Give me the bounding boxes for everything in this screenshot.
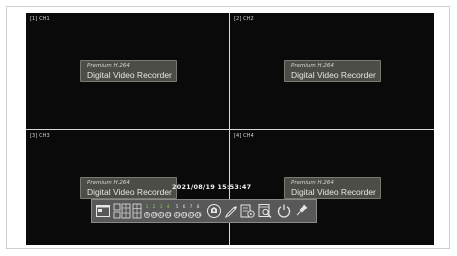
channel-number[interactable]: 15 <box>188 212 195 218</box>
channel-numbers-top: 1 2 3 4 5 6 7 8 <box>144 205 204 211</box>
power-button[interactable] <box>276 203 292 219</box>
channel-number[interactable]: 16 <box>195 212 202 218</box>
pin-button[interactable] <box>295 203 309 219</box>
dvr-title-card: Premium H.264 Digital Video Recorder <box>284 177 381 199</box>
grid-icon <box>132 203 142 219</box>
channel-number[interactable]: 11 <box>158 212 165 218</box>
dvr-title-line1: Premium H.264 <box>291 180 334 186</box>
channel-label: [3] CH3 <box>30 133 50 139</box>
playback-icon <box>240 204 255 218</box>
power-icon <box>277 204 291 218</box>
control-toolbar: 1 2 3 4 5 6 7 8 9 10 11 12 13 14 15 16 <box>91 199 317 223</box>
dvr-title-card: Premium H.264 Digital Video Recorder <box>80 60 177 82</box>
dvr-title-line2: Digital Video Recorder <box>291 70 376 80</box>
split-screen-icon <box>113 203 131 219</box>
channel-number[interactable]: 2 <box>151 205 157 211</box>
pin-icon <box>296 204 308 216</box>
channel-label: [4] CH4 <box>234 133 254 139</box>
channel-number[interactable]: 10 <box>151 212 158 218</box>
search-icon <box>258 204 272 218</box>
dvr-title-line2: Digital Video Recorder <box>87 70 172 80</box>
channel-number[interactable]: 4 <box>165 205 171 211</box>
channel-number[interactable]: 13 <box>174 212 181 218</box>
dvr-title-line2: Digital Video Recorder <box>291 187 376 197</box>
pen-icon <box>225 206 237 218</box>
grid-layout-button[interactable] <box>132 203 142 219</box>
playback-button[interactable] <box>240 203 255 219</box>
channel-number[interactable]: 7 <box>188 205 194 211</box>
datetime-display: 2021/08/19 15:53:47 <box>172 183 252 191</box>
menu-icon <box>96 205 110 217</box>
channel-label: [2] CH2 <box>234 16 254 22</box>
channel-number[interactable]: 1 <box>144 205 150 211</box>
channel-2[interactable]: [2] CH2 Premium H.264 Digital Video Reco… <box>230 13 433 129</box>
dvr-title-line1: Premium H.264 <box>291 63 334 69</box>
dvr-title-line2: Digital Video Recorder <box>87 187 172 197</box>
channel-4[interactable]: [4] CH4 Premium H.264 Digital Video Reco… <box>230 130 433 246</box>
camera-icon <box>207 204 221 218</box>
channel-number[interactable]: 12 <box>165 212 172 218</box>
dvr-title-card: Premium H.264 Digital Video Recorder <box>80 177 177 199</box>
channel-number[interactable]: 6 <box>181 205 187 211</box>
channel-number[interactable]: 3 <box>158 205 164 211</box>
channel-numbers-bottom: 9 10 11 12 13 14 15 16 <box>144 212 204 218</box>
dvr-title-line1: Premium H.264 <box>87 180 130 186</box>
search-button[interactable] <box>258 203 273 219</box>
channel-selector[interactable]: 1 2 3 4 5 6 7 8 9 10 11 12 13 14 15 16 <box>144 203 204 219</box>
channel-number[interactable]: 14 <box>181 212 188 218</box>
edit-button[interactable] <box>224 203 238 219</box>
camera-button[interactable] <box>206 203 222 219</box>
dvr-title-card: Premium H.264 Digital Video Recorder <box>284 60 381 82</box>
channel-label: [1] CH1 <box>30 16 50 22</box>
dvr-title-line1: Premium H.264 <box>87 63 130 69</box>
split-screen-button[interactable] <box>113 203 131 219</box>
channel-number[interactable]: 9 <box>144 212 150 218</box>
channel-number[interactable]: 5 <box>174 205 180 211</box>
channel-1[interactable]: [1] CH1 Premium H.264 Digital Video Reco… <box>26 13 229 129</box>
channel-number[interactable]: 8 <box>195 205 201 211</box>
menu-button[interactable] <box>95 203 111 219</box>
